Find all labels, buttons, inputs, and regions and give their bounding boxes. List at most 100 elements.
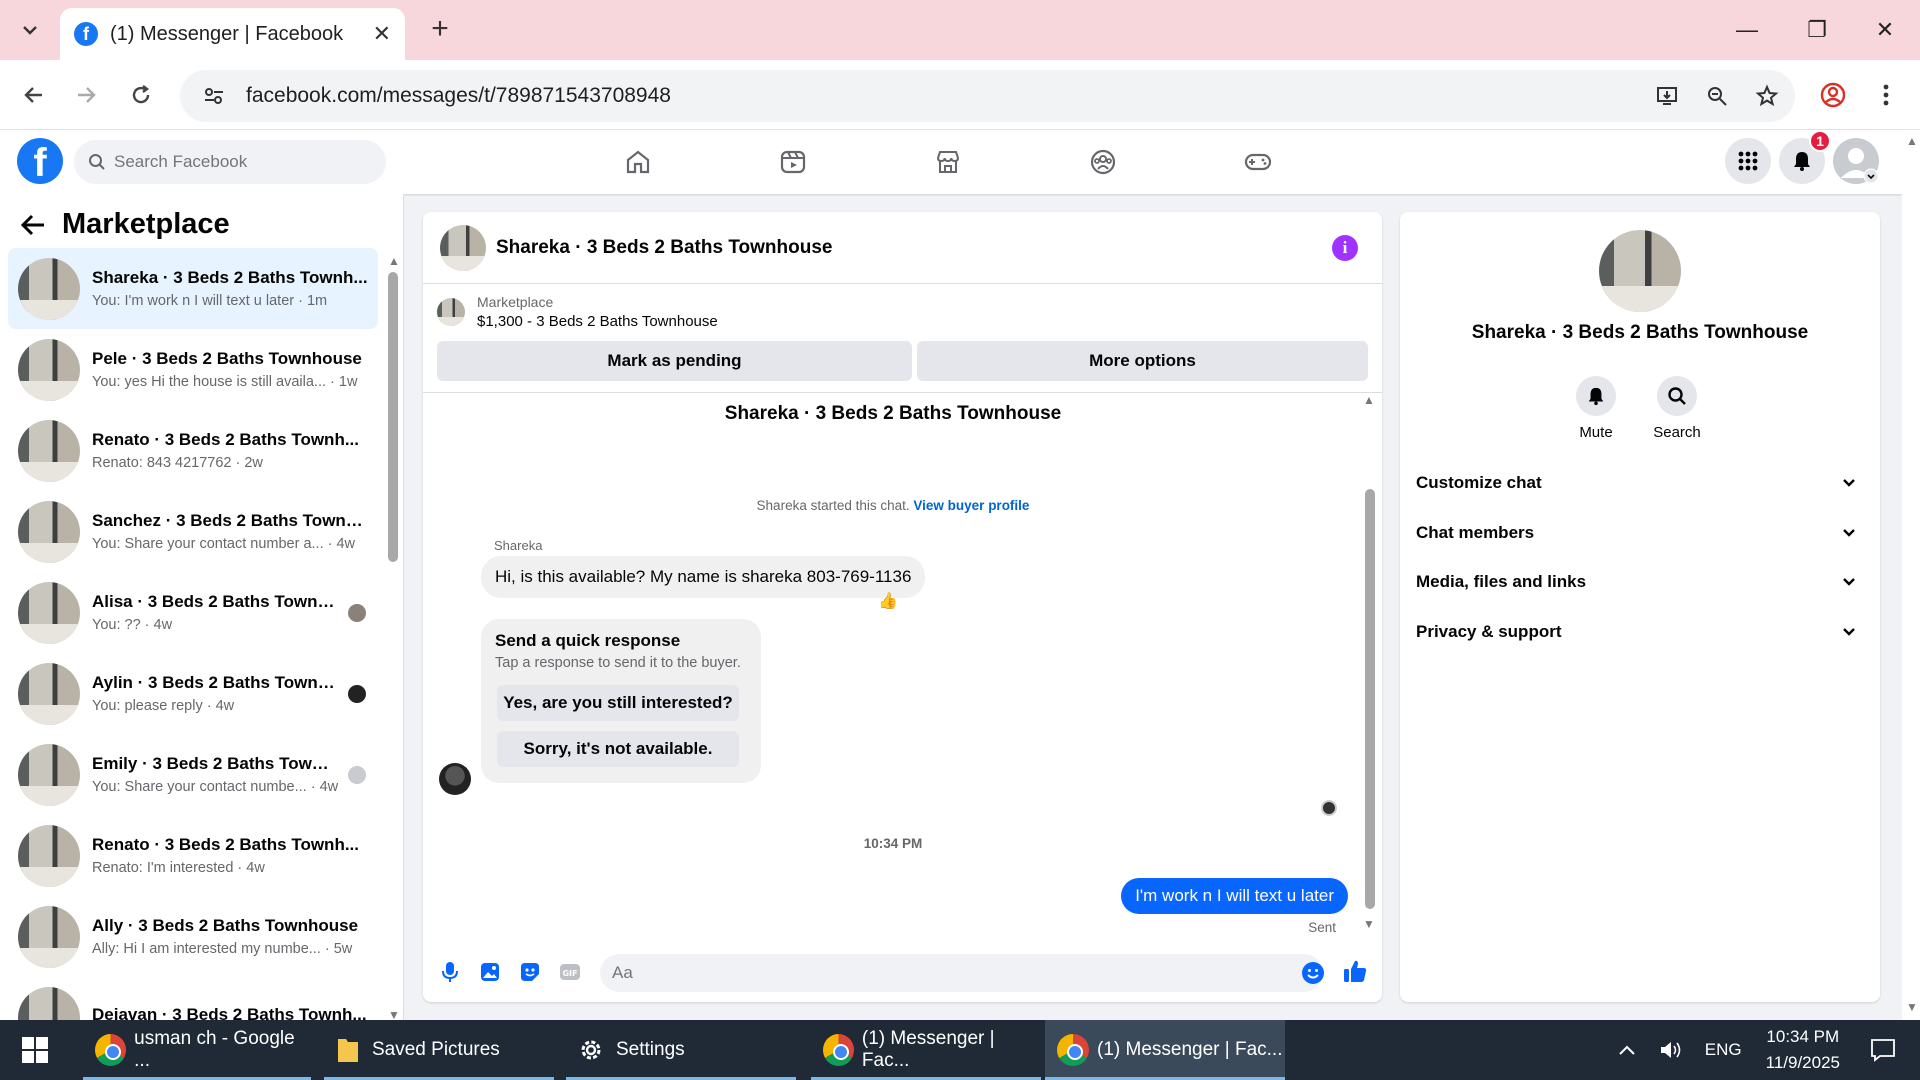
- tab-search-chevron-icon[interactable]: [10, 10, 50, 50]
- mute-button[interactable]: Mute: [1556, 376, 1636, 441]
- conversation-item[interactable]: Ally · 3 Beds 2 Baths Townhouse Ally: Hi …: [8, 896, 378, 977]
- taskbar-settings[interactable]: Settings: [566, 1020, 796, 1080]
- conversation-item[interactable]: Renato · 3 Beds 2 Baths Townh... Renato: …: [8, 815, 378, 896]
- conversation-item[interactable]: Shareka · 3 Beds 2 Baths Townh... You: I'…: [8, 248, 378, 329]
- microphone-icon[interactable]: [436, 958, 464, 986]
- message-input[interactable]: [612, 963, 1272, 983]
- sidebar-scrollbar[interactable]: ▲ ▼: [386, 254, 400, 1024]
- chevron-up-icon[interactable]: [1617, 1043, 1637, 1057]
- chat-scrollbar[interactable]: ▲ ▼: [1361, 393, 1377, 933]
- message-input-field[interactable]: [600, 954, 1323, 992]
- minimize-button[interactable]: —: [1712, 0, 1782, 60]
- notifications-button[interactable]: 1: [1779, 130, 1831, 184]
- install-app-icon[interactable]: [1649, 78, 1685, 114]
- browser-tab[interactable]: f (1) Messenger | Facebook ✕: [60, 8, 405, 60]
- facebook-search-input[interactable]: [114, 152, 354, 172]
- clock[interactable]: 10:34 PM 11/9/2025: [1766, 1027, 1840, 1073]
- browser-menu-icon[interactable]: [1866, 75, 1906, 115]
- view-buyer-profile-link[interactable]: View buyer profile: [913, 498, 1029, 513]
- conversation-item[interactable]: Sanchez · 3 Beds 2 Baths Townh... You: Sh…: [8, 491, 378, 572]
- taskbar-saved-pictures[interactable]: Saved Pictures: [324, 1020, 554, 1080]
- back-arrow-icon[interactable]: [20, 213, 46, 237]
- scrollbar-thumb[interactable]: [1365, 489, 1375, 909]
- conversation-item[interactable]: Pele · 3 Beds 2 Baths Townhouse You: yes …: [8, 329, 378, 410]
- sidebar-title: Marketplace: [62, 208, 230, 240]
- taskbar-messenger-window-1[interactable]: (1) Messenger | Fac...: [811, 1020, 1041, 1080]
- svg-text:GIF: GIF: [562, 969, 577, 978]
- scroll-up-icon[interactable]: ▲: [1906, 134, 1918, 148]
- conversation-item[interactable]: Emily · 3 Beds 2 Baths Townh... You: Shar…: [8, 734, 378, 815]
- outgoing-message-bubble[interactable]: I'm work n I will text u later: [1121, 878, 1348, 914]
- video-nav-icon[interactable]: [737, 136, 849, 188]
- site-info-icon[interactable]: [196, 78, 232, 114]
- info-icon[interactable]: i: [1332, 235, 1358, 261]
- conversation-item[interactable]: Aylin · 3 Beds 2 Baths Townh... You: plea…: [8, 653, 378, 734]
- volume-icon[interactable]: [1659, 1039, 1683, 1061]
- groups-nav-icon[interactable]: [1047, 136, 1159, 188]
- chat-header-name[interactable]: Shareka · 3 Beds 2 Baths Townhouse: [496, 237, 832, 259]
- conversation-item[interactable]: Dejavan · 3 Beds 2 Baths Townh...: [8, 977, 378, 1020]
- taskbar-item-label: (1) Messenger | Fac...: [1097, 1039, 1283, 1060]
- forward-button[interactable]: [66, 75, 106, 115]
- chrome-icon: [1057, 1034, 1089, 1066]
- sender-avatar[interactable]: [439, 763, 471, 795]
- customize-chat-section[interactable]: Customize chat: [1416, 460, 1864, 506]
- search-in-conversation-button[interactable]: Search: [1637, 376, 1717, 441]
- marketplace-nav-icon[interactable]: [892, 136, 1004, 188]
- listing-info[interactable]: Marketplace $1,300 - 3 Beds 2 Baths Town…: [437, 294, 718, 330]
- menu-grid-button[interactable]: [1725, 138, 1771, 184]
- close-window-button[interactable]: ✕: [1850, 0, 1920, 60]
- taskbar-item-label: usman ch - Google ...: [134, 1028, 295, 1071]
- bookmark-star-icon[interactable]: [1749, 78, 1785, 114]
- sticker-icon[interactable]: [516, 958, 544, 986]
- chat-header-thumbnail[interactable]: [440, 224, 486, 271]
- conversation-item[interactable]: Alisa · 3 Beds 2 Baths Townh... You: ?? ·…: [8, 572, 378, 653]
- gaming-nav-icon[interactable]: [1202, 136, 1314, 188]
- taskbar-chrome-profile[interactable]: usman ch - Google ...: [83, 1020, 311, 1080]
- restore-button[interactable]: ❐: [1782, 0, 1852, 60]
- new-tab-button[interactable]: +: [422, 12, 458, 48]
- quick-reply-interested-button[interactable]: Yes, are you still interested?: [497, 685, 739, 721]
- zoom-icon[interactable]: [1699, 78, 1735, 114]
- conversation-name: Emily · 3 Beds 2 Baths Townh...: [92, 754, 338, 773]
- quick-reply-not-available-button[interactable]: Sorry, it's not available.: [497, 731, 739, 767]
- photo-icon[interactable]: [476, 958, 504, 986]
- thread-title: Shareka · 3 Beds 2 Baths Townhouse: [724, 403, 1062, 424]
- incoming-message-bubble[interactable]: Hi, is this available? My name is sharek…: [481, 556, 926, 598]
- notification-center-icon[interactable]: [1870, 1038, 1896, 1062]
- home-nav-icon[interactable]: [582, 136, 694, 188]
- listing-thumbnail: [18, 500, 80, 563]
- address-bar[interactable]: facebook.com/messages/t/789871543708948: [180, 70, 1795, 122]
- mark-as-pending-button[interactable]: Mark as pending: [437, 341, 912, 381]
- scroll-down-icon[interactable]: ▼: [1363, 917, 1375, 931]
- chat-members-section[interactable]: Chat members: [1416, 510, 1864, 556]
- gif-icon[interactable]: GIF: [556, 958, 584, 986]
- like-thumbs-up-icon[interactable]: [1341, 957, 1369, 985]
- media-files-links-section[interactable]: Media, files and links: [1416, 559, 1864, 605]
- emoji-icon[interactable]: [1299, 959, 1327, 987]
- scroll-down-icon[interactable]: ▼: [1906, 1000, 1918, 1014]
- taskbar-messenger-window-2[interactable]: (1) Messenger | Fac...: [1045, 1020, 1285, 1080]
- back-button[interactable]: [14, 75, 54, 115]
- details-avatar[interactable]: [1599, 230, 1681, 312]
- reload-button[interactable]: [121, 75, 161, 115]
- started-text: Shareka started this chat.: [756, 498, 910, 513]
- details-name: Shareka · 3 Beds 2 Baths Townhouse: [1471, 322, 1809, 343]
- message-thread: Shareka · 3 Beds 2 Baths Townhouse Share…: [423, 393, 1382, 941]
- page-scrollbar[interactable]: ▲ ▼: [1902, 130, 1920, 1020]
- facebook-search[interactable]: [74, 140, 386, 184]
- scrollbar-thumb[interactable]: [388, 272, 398, 562]
- account-avatar[interactable]: [1833, 138, 1879, 184]
- conversation-name: Dejavan · 3 Beds 2 Baths Townh...: [92, 1005, 367, 1020]
- scroll-up-icon[interactable]: ▲: [1363, 393, 1375, 407]
- facebook-logo[interactable]: f: [17, 138, 63, 184]
- privacy-support-section[interactable]: Privacy & support: [1416, 609, 1864, 655]
- scroll-up-icon[interactable]: ▲: [388, 254, 400, 268]
- language-indicator[interactable]: ENG: [1705, 1040, 1742, 1060]
- conversation-item[interactable]: Renato · 3 Beds 2 Baths Townh... Renato: …: [8, 410, 378, 491]
- profile-icon[interactable]: [1813, 75, 1853, 115]
- quick-response-title: Send a quick response: [495, 631, 681, 650]
- more-options-button[interactable]: More options: [917, 341, 1368, 381]
- start-button[interactable]: [14, 1020, 58, 1080]
- tab-close-icon[interactable]: ✕: [373, 21, 391, 47]
